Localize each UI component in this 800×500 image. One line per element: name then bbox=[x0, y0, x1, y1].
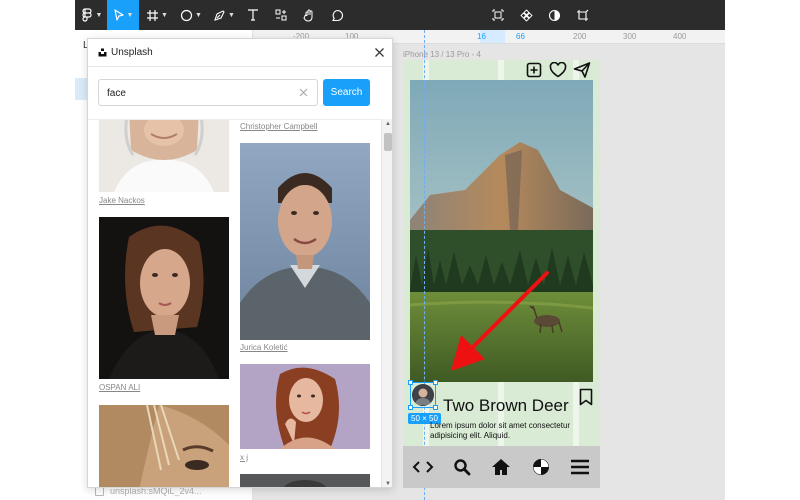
resources-button[interactable] bbox=[269, 0, 293, 30]
heart-icon[interactable] bbox=[549, 62, 567, 78]
toolbar: ▼ ▼ ▼ ▼ ▼ bbox=[75, 0, 725, 30]
results-scrollbar[interactable]: ▲ ▼ bbox=[381, 119, 392, 487]
text-tool-button[interactable] bbox=[241, 0, 265, 30]
move-tool-button[interactable]: ▼ bbox=[107, 0, 139, 30]
comment-tool-icon bbox=[331, 9, 343, 21]
ruler-tick-start: 16 bbox=[477, 32, 486, 41]
resize-handle[interactable] bbox=[433, 380, 438, 385]
ruler-tick: 200 bbox=[573, 32, 587, 41]
code-icon bbox=[412, 461, 434, 473]
card-title[interactable]: Two Brown Deer bbox=[443, 396, 569, 416]
unsplash-logo-icon bbox=[98, 48, 107, 57]
hand-tool-icon bbox=[302, 9, 312, 22]
resources-icon bbox=[275, 9, 287, 21]
frame-top-icons bbox=[526, 61, 591, 79]
ruler-tick-end: 66 bbox=[516, 32, 525, 41]
figma-app: ▼ ▼ ▼ ▼ ▼ L unsplash:sMQiL_2v4... -200 1… bbox=[75, 0, 725, 500]
pie-chart-icon bbox=[532, 459, 549, 475]
crop-icon bbox=[576, 9, 588, 21]
component-icon bbox=[492, 9, 504, 21]
photo-thumbnail[interactable] bbox=[240, 143, 370, 340]
shape-tool-button[interactable]: ▼ bbox=[175, 0, 207, 30]
plus-square-icon[interactable] bbox=[526, 62, 542, 78]
nav-home-button[interactable] bbox=[488, 454, 514, 480]
send-icon[interactable] bbox=[573, 62, 591, 78]
pen-tool-button[interactable]: ▼ bbox=[208, 0, 240, 30]
photo-credit-link[interactable]: Jurica Koletić bbox=[240, 343, 288, 352]
nav-chart-button[interactable] bbox=[528, 454, 554, 480]
resize-handle[interactable] bbox=[408, 405, 413, 410]
ruler-tick: 400 bbox=[673, 32, 687, 41]
phone-frame[interactable] bbox=[403, 60, 600, 488]
frame-label[interactable]: iPhone 13 / 13 Pro - 4 bbox=[403, 50, 481, 59]
menu-icon bbox=[571, 459, 590, 475]
unsplash-plugin-panel: Unsplash Search bbox=[87, 38, 393, 488]
photo-thumbnail[interactable] bbox=[99, 120, 229, 192]
photo-credit-link[interactable]: Jake Nackos bbox=[99, 196, 145, 205]
boolean-icon bbox=[519, 8, 533, 22]
deer-landscape-photo[interactable] bbox=[410, 80, 593, 382]
screen: ▼ ▼ ▼ ▼ ▼ L unsplash:sMQiL_2v4... -200 1… bbox=[0, 0, 800, 500]
plugin-header: Unsplash bbox=[88, 39, 392, 67]
photo-thumbnail[interactable] bbox=[99, 405, 229, 487]
search-input[interactable] bbox=[107, 86, 287, 100]
scroll-thumb[interactable] bbox=[384, 133, 392, 151]
mask-button[interactable] bbox=[543, 0, 565, 30]
layout-grid-column bbox=[498, 60, 504, 448]
selection-size-badge: 50 × 50 bbox=[408, 413, 441, 424]
frame-tool-icon bbox=[147, 9, 159, 21]
mask-icon bbox=[548, 9, 560, 21]
clear-icon[interactable] bbox=[298, 87, 309, 98]
frame-tool-button[interactable]: ▼ bbox=[141, 0, 173, 30]
search-icon bbox=[454, 459, 471, 476]
shape-tool-icon bbox=[180, 9, 193, 21]
resize-handle[interactable] bbox=[408, 380, 413, 385]
hand-tool-button[interactable] bbox=[297, 0, 321, 30]
text-tool-icon bbox=[248, 9, 258, 21]
nav-menu-button[interactable] bbox=[567, 454, 593, 480]
photo-credit-link[interactable]: Christopher Campbell bbox=[240, 122, 317, 131]
component-button[interactable] bbox=[487, 0, 509, 30]
avatar-selection[interactable] bbox=[408, 380, 438, 410]
scroll-down-arrow[interactable]: ▼ bbox=[385, 481, 391, 487]
ruler-tick: 300 bbox=[623, 32, 637, 41]
home-icon bbox=[492, 459, 511, 475]
scroll-up-arrow[interactable]: ▲ bbox=[385, 121, 391, 127]
photo-thumbnail[interactable] bbox=[240, 364, 370, 449]
photo-credit-link[interactable]: OSPAN ALI bbox=[99, 383, 140, 392]
move-tool-icon bbox=[113, 9, 124, 21]
bottom-navigation bbox=[403, 446, 600, 488]
comment-tool-button[interactable] bbox=[325, 0, 349, 30]
bookmark-icon[interactable] bbox=[579, 388, 593, 406]
photo-thumbnail[interactable] bbox=[99, 217, 229, 379]
figma-menu-button[interactable]: ▼ bbox=[75, 0, 107, 30]
figma-menu-icon bbox=[81, 8, 92, 22]
avatar[interactable] bbox=[412, 384, 434, 406]
search-button[interactable]: Search bbox=[323, 79, 370, 106]
boolean-button[interactable] bbox=[515, 0, 537, 30]
red-arrow-annotation bbox=[451, 271, 549, 371]
results-grid: Jake Nackos OSPAN ALI Christopher Campbe… bbox=[88, 119, 380, 487]
close-icon[interactable] bbox=[373, 46, 386, 59]
layout-grid-column bbox=[423, 60, 429, 448]
photo-credit-link[interactable]: x j bbox=[240, 453, 248, 462]
plugin-title: Unsplash bbox=[111, 47, 153, 58]
resize-handle[interactable] bbox=[433, 405, 438, 410]
crop-button[interactable] bbox=[571, 0, 593, 30]
layout-grid-column bbox=[573, 60, 579, 448]
pen-tool-icon bbox=[214, 9, 225, 21]
photo-thumbnail[interactable] bbox=[240, 474, 370, 487]
nav-search-button[interactable] bbox=[449, 454, 475, 480]
search-field[interactable] bbox=[98, 79, 318, 106]
nav-code-button[interactable] bbox=[410, 454, 436, 480]
card-description[interactable]: Lorem ipsum dolor sit amet consectetur a… bbox=[430, 421, 590, 441]
column-guide bbox=[424, 30, 425, 500]
